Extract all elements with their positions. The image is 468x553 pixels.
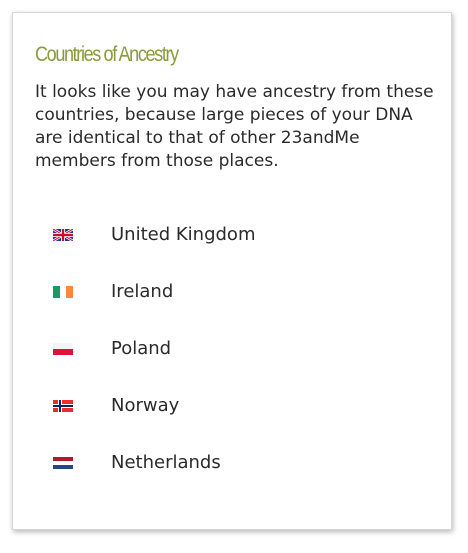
country-item-norway: Norway	[13, 392, 451, 449]
country-item-ireland: Ireland	[13, 278, 451, 335]
country-name: Netherlands	[111, 452, 221, 473]
country-name: United Kingdom	[111, 224, 256, 245]
uk-flag-icon	[53, 229, 73, 241]
country-item-united-kingdom: United Kingdom	[13, 221, 451, 278]
country-list: United Kingdom Ireland Poland Norway Net…	[13, 221, 451, 506]
norway-flag-icon	[53, 400, 73, 412]
country-item-poland: Poland	[13, 335, 451, 392]
card-description: It looks like you may have ancestry from…	[35, 82, 434, 171]
netherlands-flag-icon	[53, 457, 73, 469]
country-name: Poland	[111, 338, 172, 359]
country-name: Ireland	[111, 281, 174, 302]
country-name: Norway	[111, 395, 180, 416]
country-item-netherlands: Netherlands	[13, 449, 451, 506]
countries-of-ancestry-card: Countries of Ancestry It looks like you …	[12, 12, 452, 530]
card-title: Countries of Ancestry	[35, 43, 179, 66]
poland-flag-icon	[53, 343, 73, 355]
ireland-flag-icon	[53, 286, 73, 298]
